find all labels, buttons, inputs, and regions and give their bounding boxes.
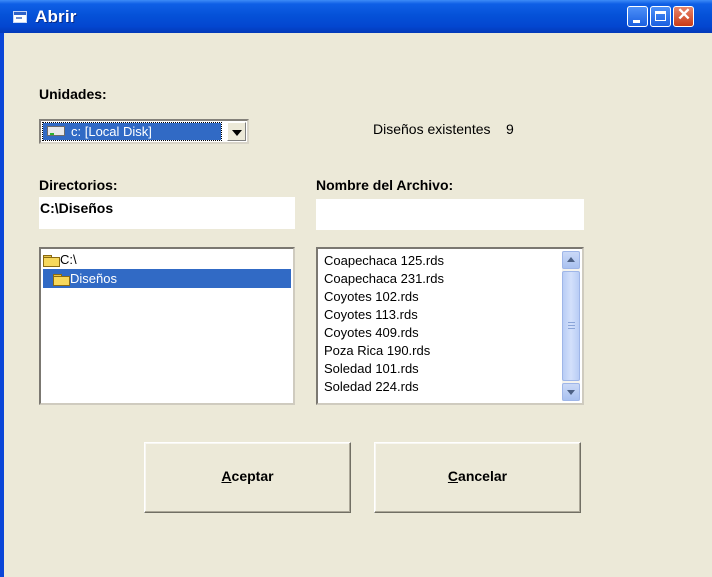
- designs-count-value: 9: [506, 121, 514, 137]
- scroll-up-button[interactable]: [562, 251, 580, 269]
- file-list-scrollbar[interactable]: [562, 251, 580, 401]
- drive-combobox[interactable]: c: [Local Disk]: [39, 119, 249, 144]
- chevron-up-icon: [567, 257, 575, 262]
- list-item[interactable]: Coyotes 409.rds: [324, 324, 419, 342]
- directory-item-root[interactable]: C:\: [43, 250, 77, 269]
- list-item[interactable]: Poza Rica 190.rds: [324, 342, 430, 360]
- list-item[interactable]: Coapechaca 231.rds: [324, 270, 444, 288]
- grip-line: [568, 322, 575, 323]
- maximize-button[interactable]: [650, 6, 671, 27]
- current-path: C:\Diseños: [40, 200, 114, 216]
- hard-drive-icon: [47, 126, 65, 136]
- list-item[interactable]: Coapechaca 125.rds: [324, 252, 444, 270]
- title-bar[interactable]: Abrir ✕: [0, 0, 712, 33]
- chevron-down-icon: [567, 390, 575, 395]
- minimize-button[interactable]: [627, 6, 648, 27]
- cancel-button[interactable]: Cancelar: [374, 442, 581, 513]
- accept-button-label: Aceptar: [221, 468, 274, 484]
- directories-label: Directorios:: [39, 177, 118, 193]
- list-item[interactable]: Soledad 224.rds: [324, 378, 419, 396]
- list-item[interactable]: Soledad 101.rds: [324, 360, 419, 378]
- list-item[interactable]: Coyotes 102.rds: [324, 288, 419, 306]
- cancel-button-label: Cancelar: [447, 468, 508, 484]
- directory-item-disenos[interactable]: Diseños: [43, 269, 291, 288]
- designs-count-label: Diseños existentes: [373, 121, 491, 137]
- scroll-down-button[interactable]: [562, 383, 580, 401]
- directory-item-label: Diseños: [70, 271, 117, 286]
- scroll-thumb[interactable]: [562, 271, 580, 381]
- drive-selected-text: c: [Local Disk]: [71, 124, 152, 139]
- close-icon: ✕: [676, 5, 692, 24]
- dialog-client-area: Unidades: c: [Local Disk] Diseños existe…: [4, 33, 712, 577]
- window-title: Abrir: [35, 7, 77, 26]
- open-folder-icon: [53, 274, 70, 287]
- chevron-down-icon: [232, 130, 242, 136]
- drive-label: Unidades:: [39, 86, 107, 102]
- directory-item-label: C:\: [60, 252, 77, 267]
- maximize-icon: [655, 11, 666, 21]
- window-icon: [13, 11, 27, 23]
- minimize-icon: [633, 20, 640, 23]
- open-dialog-window: Abrir ✕ Unidades: c: [Local Disk] Diseño…: [0, 0, 712, 577]
- directory-list[interactable]: C:\ Diseños: [39, 247, 295, 405]
- drive-dropdown-button[interactable]: [227, 122, 246, 141]
- grip-line: [568, 325, 575, 326]
- close-button[interactable]: ✕: [673, 5, 694, 27]
- file-list[interactable]: Coapechaca 125.rds Coapechaca 231.rds Co…: [316, 247, 584, 405]
- current-path-field: C:\Diseños: [39, 197, 295, 229]
- grip-line: [568, 328, 575, 329]
- list-item[interactable]: Coyotes 113.rds: [324, 306, 418, 324]
- drive-selected: c: [Local Disk]: [42, 122, 222, 141]
- filename-label: Nombre del Archivo:: [316, 177, 454, 193]
- filename-input[interactable]: [316, 199, 584, 230]
- accept-button[interactable]: Aceptar: [144, 442, 351, 513]
- open-folder-icon: [43, 255, 60, 268]
